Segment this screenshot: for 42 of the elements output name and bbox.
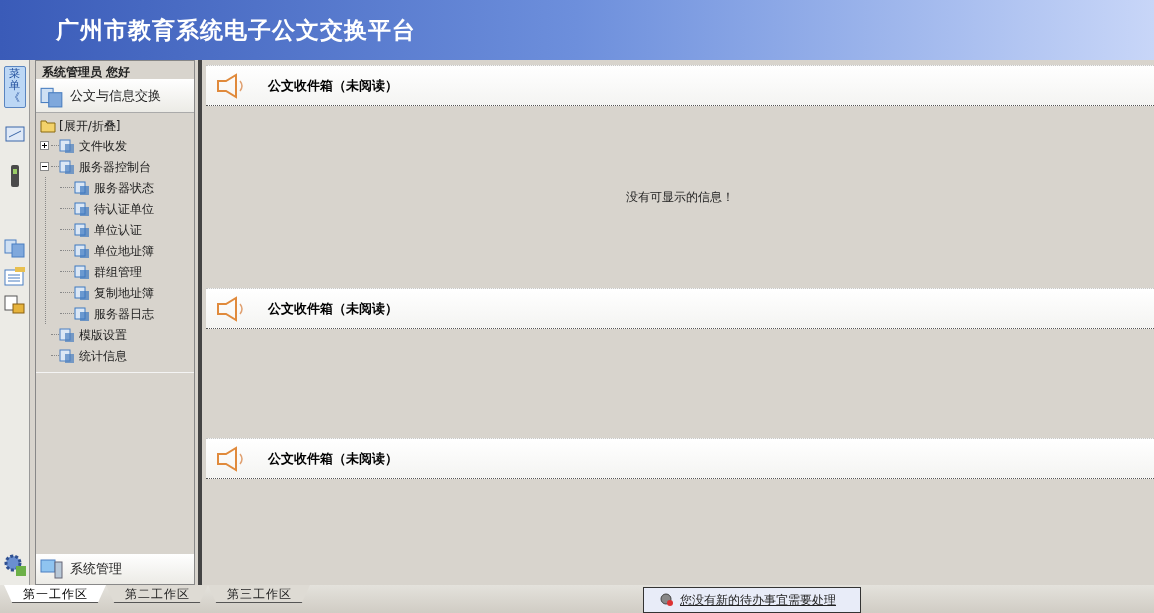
empty-message: 没有可显示的信息！ [626, 189, 734, 206]
greeting: 系统管理员 您好 [41, 64, 132, 79]
panel-title: 公文收件箱（未阅读） [268, 299, 398, 318]
phone-icon[interactable] [8, 162, 21, 188]
tree-item[interactable]: 群组管理 [94, 262, 142, 281]
card-icon[interactable] [4, 126, 25, 142]
document-icon [74, 242, 90, 259]
minus-icon [42, 164, 47, 169]
workspace-tab[interactable]: 第三工作区 [208, 585, 310, 603]
notice-link[interactable]: 您没有新的待办事宜需要处理 [680, 591, 836, 609]
document-icon [74, 263, 90, 280]
document-icon [74, 305, 90, 322]
tree-item[interactable]: 单位地址簿 [94, 241, 154, 260]
tree-item[interactable]: 服务器日志 [94, 304, 154, 323]
panel-title: 公文收件箱（未阅读） [268, 449, 398, 468]
documents-icon[interactable] [3, 236, 26, 258]
workspace-tab[interactable]: 第一工作区 [4, 585, 106, 603]
menu-toggle[interactable]: 菜单 《 [3, 66, 26, 108]
expand-toggle[interactable] [40, 141, 49, 150]
section-title: 系统管理 [70, 560, 122, 579]
collapse-toggle[interactable] [40, 162, 49, 171]
tree-item[interactable]: 待认证单位 [94, 199, 154, 218]
section-title: 公文与信息交换 [70, 86, 161, 105]
tree-item[interactable]: 服务器控制台 [79, 157, 151, 176]
tree-item[interactable]: 模版设置 [79, 325, 127, 344]
document-icon [74, 179, 90, 196]
document-icon [74, 200, 90, 217]
plus-icon [42, 143, 47, 148]
document-icon [74, 221, 90, 238]
tree-item[interactable]: 单位认证 [94, 220, 142, 239]
document-icon [74, 284, 90, 301]
tree-root[interactable]: [展开/折叠] [59, 117, 121, 135]
computer-icon [40, 558, 64, 580]
tree-item[interactable]: 统计信息 [79, 346, 127, 365]
workspace-tab[interactable]: 第二工作区 [106, 585, 208, 603]
tree-item[interactable]: 服务器状态 [94, 178, 154, 197]
section-header[interactable]: 系统管理 [36, 554, 194, 584]
tree-item[interactable]: 文件收发 [79, 136, 127, 155]
section-header[interactable]: 公文与信息交换 [36, 79, 194, 113]
panel-title: 公文收件箱（未阅读） [268, 76, 398, 95]
app-title: 广州市教育系统电子公文交换平台 [56, 15, 416, 45]
tree-item[interactable]: 复制地址簿 [94, 283, 154, 302]
